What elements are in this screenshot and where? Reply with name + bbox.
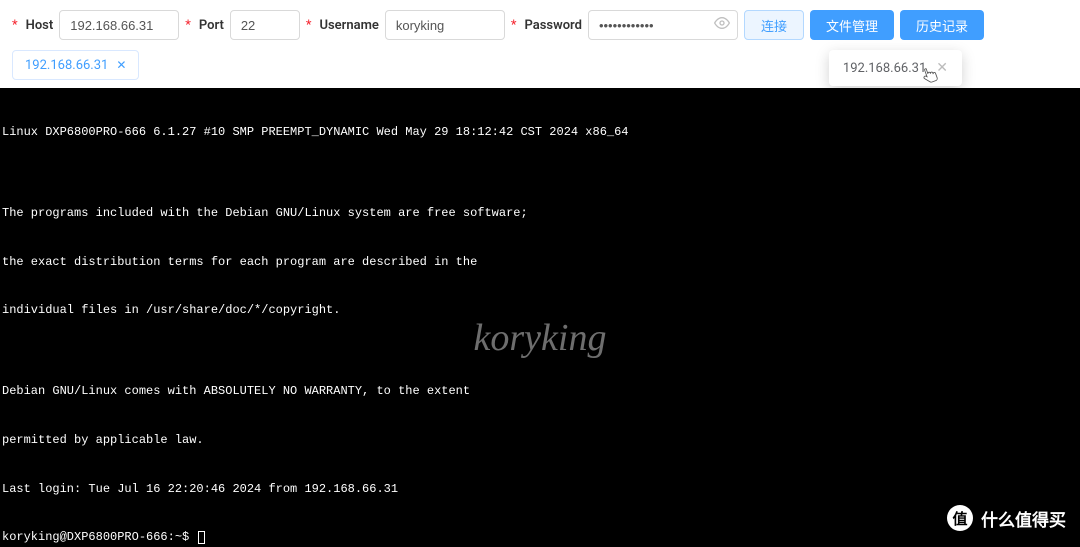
port-input[interactable] — [230, 10, 300, 40]
password-label: Password — [524, 18, 581, 33]
connect-button[interactable]: 连接 — [744, 10, 804, 40]
close-icon[interactable]: ✕ — [936, 60, 948, 76]
terminal-prompt-line: koryking@DXP6800PRO-666:~$ — [0, 529, 1080, 545]
history-item[interactable]: 192.168.66.31 — [843, 61, 926, 76]
session-tab-label: 192.168.66.31 — [25, 58, 108, 73]
brand-badge-icon: 值 — [947, 505, 973, 531]
required-star: * — [306, 18, 312, 33]
username-input[interactable] — [385, 10, 505, 40]
required-star: * — [511, 18, 517, 33]
host-label: Host — [26, 18, 54, 33]
host-field-group: * Host — [12, 10, 179, 40]
terminal-line: Last login: Tue Jul 16 22:20:46 2024 fro… — [0, 481, 1080, 497]
terminal-line: individual files in /usr/share/doc/*/cop… — [0, 302, 1080, 318]
terminal-line: Linux DXP6800PRO-666 6.1.27 #10 SMP PREE… — [0, 124, 1080, 140]
footer-brand: 值 什么值得买 — [947, 505, 1066, 531]
terminal-line: Debian GNU/Linux comes with ABSOLUTELY N… — [0, 383, 1080, 399]
port-field-group: * Port — [185, 10, 300, 40]
terminal-cursor — [198, 531, 205, 544]
session-tab[interactable]: 192.168.66.31 ✕ — [12, 50, 139, 80]
required-star: * — [185, 18, 191, 33]
history-button[interactable]: 历史记录 — [900, 10, 984, 40]
terminal-output[interactable]: Linux DXP6800PRO-666 6.1.27 #10 SMP PREE… — [0, 88, 1080, 547]
close-icon[interactable]: ✕ — [116, 58, 126, 72]
history-popup: 192.168.66.31 ✕ — [829, 50, 962, 86]
username-label: Username — [319, 18, 378, 33]
username-field-group: * Username — [306, 10, 505, 40]
watermark: koryking — [474, 312, 607, 363]
terminal-line: the exact distribution terms for each pr… — [0, 254, 1080, 270]
eye-icon[interactable] — [714, 15, 730, 35]
connection-toolbar: * Host * Port * Username * Password 连接 文… — [0, 0, 1080, 50]
terminal-prompt: koryking@DXP6800PRO-666:~$ — [2, 530, 196, 544]
host-input[interactable] — [59, 10, 179, 40]
port-label: Port — [199, 18, 224, 33]
file-manager-button[interactable]: 文件管理 — [810, 10, 894, 40]
terminal-line: permitted by applicable law. — [0, 432, 1080, 448]
terminal-line: The programs included with the Debian GN… — [0, 205, 1080, 221]
password-field-group: * Password — [511, 10, 738, 40]
required-star: * — [12, 18, 18, 33]
password-input-wrap — [588, 10, 738, 40]
brand-text: 什么值得买 — [981, 506, 1066, 531]
